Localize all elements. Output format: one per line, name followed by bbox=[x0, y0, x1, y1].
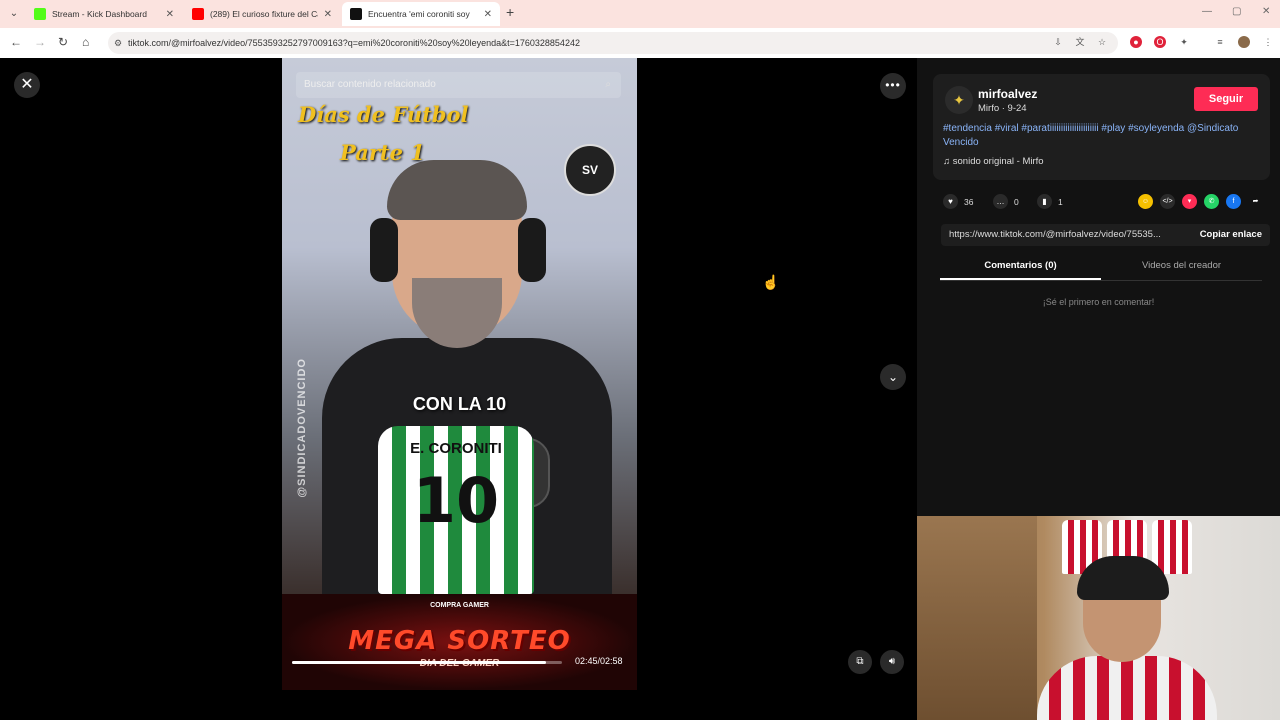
coin-icon[interactable]: ☺ bbox=[1138, 194, 1153, 209]
jersey-number: 10 bbox=[412, 464, 500, 537]
jersey-name: E. CORONITI bbox=[410, 440, 502, 457]
tab-tiktok[interactable]: Encuentra 'emi coroniti soy ✕ bbox=[342, 2, 500, 26]
more-options-icon[interactable]: ••• bbox=[880, 73, 906, 99]
forward-icon[interactable]: → bbox=[34, 35, 46, 49]
engagement-stats: ♥ 36 … 0 ▮ 1 ☺ </> ▾ ✆ f ➦ bbox=[933, 194, 1270, 210]
tab-title: (289) El curioso fixture del Cam bbox=[210, 9, 318, 19]
facebook-icon[interactable]: f bbox=[1226, 194, 1241, 209]
browser-chrome: ⌄ Stream - Kick Dashboard ✕ (289) El cur… bbox=[0, 0, 1280, 58]
embed-code-icon[interactable]: </> bbox=[1160, 194, 1175, 209]
comment-count: 0 bbox=[1014, 196, 1019, 207]
streamer-body bbox=[1037, 656, 1217, 720]
like-stat[interactable]: ♥ 36 bbox=[943, 194, 973, 209]
video-viewer: ✕ Buscar contenido relacionado ⌕ Días de… bbox=[0, 58, 917, 690]
like-count: 36 bbox=[964, 196, 974, 207]
volume-icon[interactable]: 🔊︎ bbox=[880, 650, 904, 674]
address-bar-row: ← → ↻ ⌂ ⚙ tiktok.com/@mirfoalvez/video/7… bbox=[0, 28, 1280, 58]
browser-menu-icon[interactable]: ⋮ bbox=[1262, 36, 1274, 48]
reload-icon[interactable]: ↻ bbox=[58, 35, 68, 49]
creator-username[interactable]: mirfoalvez bbox=[978, 87, 1037, 101]
webcam-overlay bbox=[917, 516, 1280, 720]
whatsapp-icon[interactable]: ✆ bbox=[1204, 194, 1219, 209]
youtube-icon bbox=[192, 8, 204, 20]
tab-close-icon[interactable]: ✕ bbox=[324, 9, 332, 20]
tab-title: Stream - Kick Dashboard bbox=[52, 9, 147, 19]
share-link-box: https://www.tiktok.com/@mirfoalvez/video… bbox=[941, 224, 1270, 246]
tiktok-icon bbox=[350, 8, 362, 20]
creator-card: ✦ mirfoalvez Mirfo · 9-24 Seguir #tenden… bbox=[933, 74, 1270, 180]
home-icon[interactable]: ⌂ bbox=[82, 35, 89, 49]
tab-kick[interactable]: Stream - Kick Dashboard ✕ bbox=[26, 2, 182, 26]
video-info-panel: ✦ mirfoalvez Mirfo · 9-24 Seguir #tenden… bbox=[917, 58, 1280, 516]
tab-close-icon[interactable]: ✕ bbox=[484, 9, 492, 20]
opera-icon[interactable]: O bbox=[1154, 36, 1166, 48]
save-stat[interactable]: ▮ 1 bbox=[1037, 194, 1063, 209]
window-close-icon[interactable]: ✕ bbox=[1262, 6, 1270, 17]
translate-icon[interactable]: 文 bbox=[1074, 36, 1086, 48]
profile-avatar[interactable] bbox=[1238, 36, 1250, 48]
next-video-chevron-down-icon[interactable]: ⌄ bbox=[880, 364, 906, 390]
sindicato-logo: SV bbox=[564, 144, 616, 196]
bookmark-star-icon[interactable]: ☆ bbox=[1096, 36, 1108, 48]
creator-avatar[interactable]: ✦ bbox=[945, 86, 973, 114]
video-player[interactable]: Buscar contenido relacionado ⌕ Días de F… bbox=[282, 58, 637, 690]
new-tab-icon[interactable]: + bbox=[506, 4, 514, 20]
minimize-icon[interactable]: — bbox=[1202, 6, 1212, 17]
picture-in-picture-icon[interactable]: ⧉ bbox=[848, 650, 872, 674]
sound-link[interactable]: ♫ sonido original - Mirfo bbox=[943, 156, 1044, 167]
tab-youtube[interactable]: (289) El curioso fixture del Cam ✕ bbox=[184, 2, 340, 26]
bookshelf bbox=[917, 516, 1037, 720]
mouse-cursor-icon: ☝ bbox=[762, 274, 780, 290]
creator-meta: Mirfo · 9-24 bbox=[978, 103, 1027, 114]
tab-comments[interactable]: Comentarios (0) bbox=[940, 258, 1101, 280]
related-search-input[interactable]: Buscar contenido relacionado ⌕ bbox=[296, 72, 621, 98]
bottom-bar bbox=[0, 690, 917, 720]
comment-stat[interactable]: … 0 bbox=[993, 194, 1019, 209]
music-note-icon: ♫ bbox=[943, 156, 953, 167]
back-icon[interactable]: ← bbox=[10, 35, 22, 49]
follow-button[interactable]: Seguir bbox=[1194, 87, 1258, 111]
panel-tabs: Comentarios (0) Videos del creador bbox=[940, 258, 1262, 280]
url-field[interactable]: ⚙ tiktok.com/@mirfoalvez/video/755359325… bbox=[108, 32, 1118, 54]
comment-icon[interactable]: … bbox=[993, 194, 1008, 209]
close-icon[interactable]: ✕ bbox=[14, 72, 40, 98]
video-overlay-title: Días de Fútbol bbox=[298, 102, 469, 127]
share-arrow-icon[interactable]: ➦ bbox=[1248, 194, 1263, 209]
share-link-text[interactable]: https://www.tiktok.com/@mirfoalvez/video… bbox=[949, 224, 1171, 246]
extension-icon[interactable]: ● bbox=[1130, 36, 1142, 48]
site-info-icon[interactable]: ⚙ bbox=[114, 32, 122, 54]
heart-icon[interactable]: ♥ bbox=[943, 194, 958, 209]
tab-close-icon[interactable]: ✕ bbox=[166, 9, 174, 20]
video-caption-overlay: CON LA 10 bbox=[412, 394, 507, 414]
video-description[interactable]: #tendencia #viral #paratiiiiiiiiiiiiiiii… bbox=[943, 122, 1263, 150]
copy-link-button[interactable]: Copiar enlace bbox=[1200, 224, 1262, 246]
video-progress-fill bbox=[292, 661, 546, 664]
video-overlay-subtitle: Parte 1 bbox=[340, 140, 425, 165]
reading-list-icon[interactable]: ≡ bbox=[1214, 36, 1226, 48]
send-icon[interactable]: ▾ bbox=[1182, 194, 1197, 209]
promo-brand: COMPRA GAMER bbox=[430, 602, 489, 609]
search-placeholder: Buscar contenido relacionado bbox=[304, 79, 436, 90]
video-progress-bar[interactable] bbox=[292, 661, 562, 664]
tab-search-icon[interactable]: ⌄ bbox=[6, 6, 22, 22]
video-timecode: 02:45/02:58 bbox=[575, 656, 623, 666]
empty-comments-message: ¡Sé el primero en comentar! bbox=[1042, 297, 1155, 307]
promo-title: MEGA SORTEO bbox=[348, 626, 571, 656]
kick-icon bbox=[34, 8, 46, 20]
bookmark-icon[interactable]: ▮ bbox=[1037, 194, 1052, 209]
install-icon[interactable]: ⇩ bbox=[1052, 36, 1064, 48]
tabs-divider bbox=[940, 280, 1262, 281]
video-side-watermark: @SINDICADOVENCIDO bbox=[296, 358, 308, 498]
sound-label: sonido original - Mirfo bbox=[952, 156, 1044, 167]
extensions-puzzle-icon[interactable]: ✦ bbox=[1178, 36, 1190, 48]
tab-creator-videos[interactable]: Videos del creador bbox=[1101, 258, 1262, 280]
tab-bar: ⌄ Stream - Kick Dashboard ✕ (289) El cur… bbox=[0, 0, 1280, 28]
maximize-icon[interactable]: ▢ bbox=[1232, 6, 1241, 17]
url-text: tiktok.com/@mirfoalvez/video/75535932527… bbox=[128, 38, 580, 48]
tab-title: Encuentra 'emi coroniti soy bbox=[368, 9, 470, 19]
jersey-graphic: E. CORONITI 10 bbox=[378, 426, 534, 594]
save-count: 1 bbox=[1058, 196, 1063, 207]
search-icon[interactable]: ⌕ bbox=[605, 72, 611, 98]
promo-banner: COMPRA GAMER MEGA SORTEO DIA DEL GAMER bbox=[282, 594, 637, 690]
